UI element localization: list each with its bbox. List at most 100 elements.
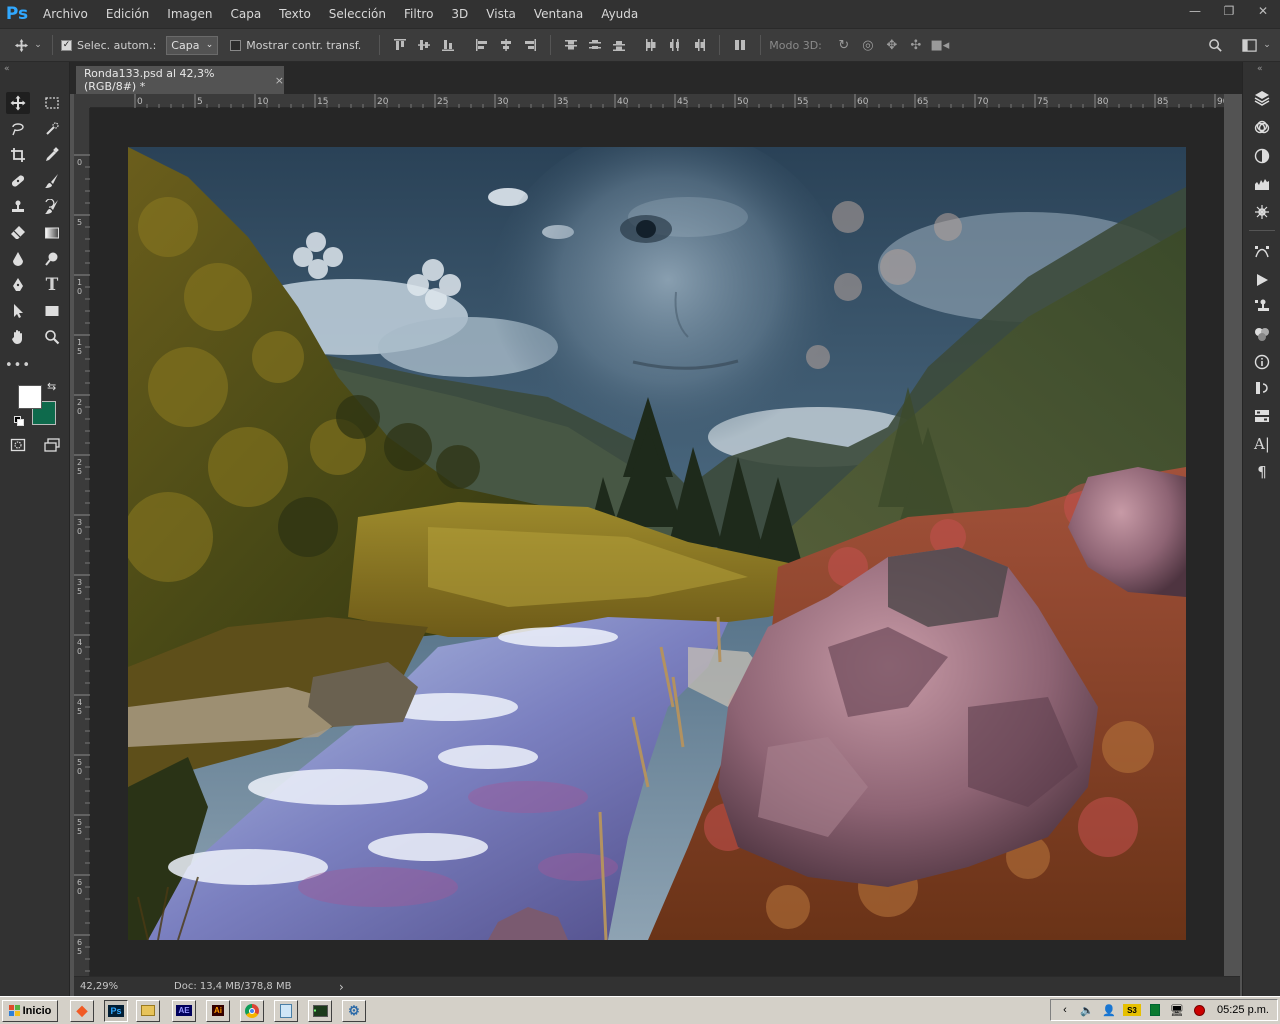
actions-panel-icon[interactable]	[1252, 270, 1272, 290]
show-transform-checkbox[interactable]	[230, 39, 242, 51]
character-panel-icon[interactable]: A|	[1252, 434, 1272, 454]
history-panel-icon[interactable]	[1252, 378, 1272, 398]
align-bottom-edges-icon[interactable]	[436, 34, 460, 56]
tray-user-icon[interactable]: 👤	[1101, 1002, 1117, 1018]
navigator-panel-icon[interactable]	[1252, 202, 1272, 222]
foreground-color-swatch[interactable]	[18, 385, 42, 409]
start-button[interactable]: Inicio	[2, 999, 58, 1022]
status-menu-arrow-icon[interactable]: ›	[339, 980, 344, 994]
rectangular-marquee-icon[interactable]	[40, 92, 64, 114]
layers-panel-icon[interactable]	[1252, 88, 1272, 108]
roll-3d-icon[interactable]: ◎	[856, 34, 880, 56]
menu-ayuda[interactable]: Ayuda	[592, 0, 647, 28]
tray-app-red-icon[interactable]	[1191, 1002, 1207, 1018]
clone-stamp-icon[interactable]	[6, 196, 30, 218]
minimize-button[interactable]: —	[1178, 0, 1212, 22]
document-image[interactable]	[128, 147, 1186, 940]
collapse-panel-icon[interactable]: «	[4, 64, 10, 74]
document-tab[interactable]: Ronda133.psd al 42,3% (RGB/8#) * ×	[76, 66, 284, 94]
align-left-edges-icon[interactable]	[470, 34, 494, 56]
taskbar-after-effects-icon[interactable]: AE	[172, 999, 196, 1022]
workspace-icon[interactable]	[1238, 34, 1260, 56]
taskbar-photoshop-icon[interactable]: Ps	[104, 999, 128, 1022]
menu-capa[interactable]: Capa	[221, 0, 270, 28]
pen-tool-icon[interactable]	[6, 274, 30, 296]
brush-tool-icon[interactable]	[40, 170, 64, 192]
clone-source-panel-icon[interactable]	[1252, 296, 1272, 316]
menu-filtro[interactable]: Filtro	[395, 0, 442, 28]
align-right-edges-icon[interactable]	[518, 34, 542, 56]
path-selection-icon[interactable]	[6, 300, 30, 322]
distribute-vertical-centers-icon[interactable]	[583, 34, 607, 56]
network-status-icon[interactable]: 🖥	[1169, 1002, 1185, 1018]
taskbar-network-icon[interactable]: ⚙	[342, 999, 366, 1022]
hand-tool-icon[interactable]	[6, 326, 30, 348]
menu-edicion[interactable]: Edición	[97, 0, 158, 28]
quick-mask-icon[interactable]	[6, 434, 30, 456]
taskbar-illustrator-icon[interactable]: Ai	[206, 999, 230, 1022]
menu-3d[interactable]: 3D	[442, 0, 477, 28]
distribute-left-edges-icon[interactable]	[639, 34, 663, 56]
history-brush-icon[interactable]	[40, 196, 64, 218]
auto-align-layers-icon[interactable]	[728, 34, 752, 56]
adjustments-panel-icon[interactable]	[1252, 146, 1272, 166]
canvas-area[interactable]	[90, 108, 1224, 976]
paths-panel-icon[interactable]	[1252, 242, 1272, 262]
align-vertical-centers-icon[interactable]	[412, 34, 436, 56]
type-tool-icon[interactable]: T	[40, 274, 64, 296]
menu-archivo[interactable]: Archivo	[34, 0, 97, 28]
auto-select-checkbox[interactable]: ✓	[61, 39, 72, 51]
taskbar-clock[interactable]: 05:25 p.m.	[1217, 1004, 1269, 1016]
taskbar-chrome-icon[interactable]	[240, 999, 264, 1022]
close-button[interactable]: ✕	[1246, 0, 1280, 22]
scale-3d-icon[interactable]: ■◂	[928, 34, 952, 56]
lasso-tool-icon[interactable]	[6, 118, 30, 140]
gradient-tool-icon[interactable]	[40, 222, 64, 244]
taskbar-brave-icon[interactable]: ◆	[70, 999, 94, 1022]
taskbar-notepad-icon[interactable]	[274, 999, 298, 1022]
menu-seleccion[interactable]: Selección	[320, 0, 395, 28]
distribute-right-edges-icon[interactable]	[687, 34, 711, 56]
chevron-down-icon[interactable]: ⌄	[1260, 34, 1274, 56]
distribute-horizontal-centers-icon[interactable]	[663, 34, 687, 56]
menu-imagen[interactable]: Imagen	[158, 0, 221, 28]
tray-s3-badge[interactable]: S3	[1123, 1004, 1141, 1016]
menu-ventana[interactable]: Ventana	[525, 0, 592, 28]
more-tools-icon[interactable]: •••	[5, 354, 30, 376]
vertical-ruler[interactable]: 05101520253035404550556065	[74, 108, 90, 976]
healing-brush-icon[interactable]	[6, 170, 30, 192]
quick-selection-icon[interactable]	[40, 118, 64, 140]
zoom-level[interactable]: 42,29%	[74, 981, 174, 992]
expand-panels-icon[interactable]: «	[1257, 64, 1263, 74]
menu-texto[interactable]: Texto	[270, 0, 320, 28]
histogram-panel-icon[interactable]	[1252, 174, 1272, 194]
properties-panel-icon[interactable]	[1252, 406, 1272, 426]
move-tool-preset-icon[interactable]	[10, 34, 32, 56]
rectangle-tool-icon[interactable]	[40, 300, 64, 322]
eraser-tool-icon[interactable]	[6, 222, 30, 244]
taskbar-explorer-icon[interactable]	[136, 999, 160, 1022]
eyedropper-icon[interactable]	[40, 144, 64, 166]
channels-panel-icon[interactable]	[1252, 118, 1272, 138]
search-icon[interactable]	[1204, 34, 1226, 56]
blur-tool-icon[interactable]	[6, 248, 30, 270]
align-top-edges-icon[interactable]	[388, 34, 412, 56]
horizontal-ruler[interactable]: 0 5 10 15 20 25 30 35 40 45 50 55 60 65 70 75 80 85 90	[90, 94, 1224, 108]
paragraph-panel-icon[interactable]: ¶	[1252, 462, 1272, 482]
swatches-panel-icon[interactable]	[1252, 324, 1272, 344]
chevron-down-icon[interactable]: ⌄	[32, 34, 44, 56]
orbit-3d-icon[interactable]: ↻	[832, 34, 856, 56]
restore-button[interactable]: ❐	[1212, 0, 1246, 22]
drag-3d-icon[interactable]: ✥	[880, 34, 904, 56]
menu-vista[interactable]: Vista	[477, 0, 525, 28]
close-tab-icon[interactable]: ×	[275, 74, 284, 87]
align-horizontal-centers-icon[interactable]	[494, 34, 518, 56]
tray-app-green-icon[interactable]	[1147, 1002, 1163, 1018]
swap-colors-icon[interactable]: ⇆	[47, 380, 56, 393]
screen-mode-icon[interactable]	[40, 434, 64, 456]
tray-chevron-icon[interactable]: ‹	[1057, 1002, 1073, 1018]
info-panel-icon[interactable]	[1252, 352, 1272, 372]
volume-icon[interactable]: 🔈	[1079, 1002, 1095, 1018]
crop-tool-icon[interactable]	[6, 144, 30, 166]
ruler-origin[interactable]	[74, 94, 90, 108]
